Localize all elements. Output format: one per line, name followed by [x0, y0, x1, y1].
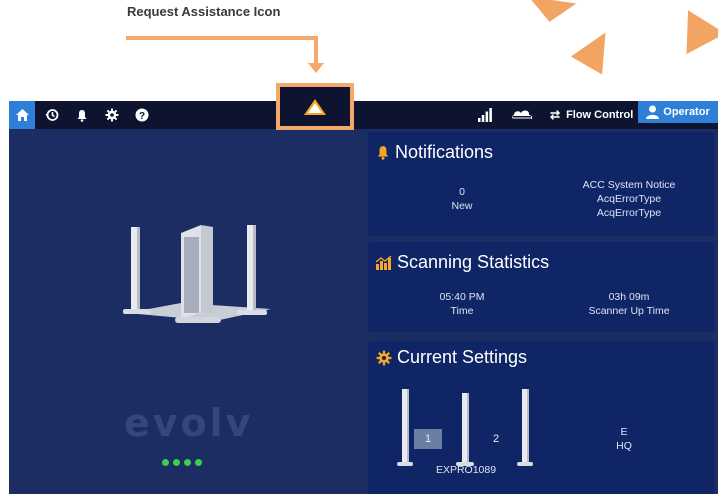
new-count-label: New [451, 200, 473, 212]
lane-2-label: 2 [492, 433, 500, 445]
history-button[interactable] [39, 101, 65, 129]
signal-icon [478, 108, 492, 122]
help-button[interactable]: ? [129, 101, 155, 129]
notifications-heading: Notifications [376, 142, 493, 163]
notifications-button[interactable] [69, 101, 95, 129]
app-window: ? ⇄ Flow Control Operator evolv Notifica… [9, 101, 718, 494]
current-settings-title: Current Settings [397, 347, 528, 367]
current-settings-card[interactable]: Current Settings 1 2 EXPRO1089 E HQ [368, 341, 714, 494]
new-count: 0 New [432, 185, 492, 213]
notice-line: AcqErrorType [596, 207, 662, 219]
system-notice[interactable]: ACC System Notice AcqErrorType AcqErrorT… [564, 178, 694, 220]
location-info: E HQ [594, 425, 654, 453]
device-id: EXPRO1089 [435, 464, 497, 476]
current-settings-heading: Current Settings [376, 347, 527, 368]
svg-text:?: ? [139, 111, 145, 122]
notifications-card[interactable]: Notifications 0 New ACC System Notice Ac… [368, 132, 714, 236]
bar-chart-icon [376, 255, 392, 270]
annotation-line-vertical [314, 36, 318, 64]
bell-icon [377, 146, 389, 160]
time-stat: 05:40 PM Time [412, 290, 512, 318]
annotation-line [126, 36, 318, 40]
location-name: HQ [616, 440, 632, 452]
top-toolbar: ? ⇄ Flow Control Operator [9, 101, 718, 129]
decorative-triangle [668, 0, 718, 55]
signal-strength [472, 101, 498, 129]
settings-button[interactable] [99, 101, 125, 129]
uptime-value: 03h 09m [608, 291, 650, 303]
cloud-sync-button[interactable] [505, 101, 539, 129]
uptime-label: Scanner Up Time [588, 305, 670, 317]
scanner-panel: evolv [9, 129, 366, 494]
notifications-title: Notifications [395, 142, 494, 162]
swap-icon: ⇄ [550, 108, 561, 122]
time-label: Time [450, 305, 474, 317]
warning-icon[interactable] [303, 98, 327, 116]
cloud-icon [512, 110, 532, 120]
annotation-label: Request Assistance Icon [127, 4, 281, 19]
scanning-statistics-title: Scanning Statistics [397, 252, 550, 272]
notice-line: AcqErrorType [596, 193, 662, 205]
new-count-value: 0 [459, 186, 465, 198]
gear-icon [105, 108, 119, 122]
request-assistance-highlight [276, 83, 354, 130]
decorative-triangle [570, 23, 622, 75]
scanning-statistics-heading: Scanning Statistics [376, 252, 549, 273]
home-button[interactable] [9, 101, 35, 129]
help-icon: ? [135, 108, 149, 122]
lane-1-button[interactable]: 1 [414, 429, 442, 449]
operator-button[interactable]: Operator [638, 101, 718, 123]
evolv-logo: evolv [124, 401, 254, 445]
status-dot [195, 459, 202, 466]
gear-icon [376, 350, 392, 365]
history-icon [45, 109, 59, 121]
notice-title: ACC System Notice [582, 179, 676, 191]
home-icon [15, 109, 29, 121]
status-indicator [162, 459, 202, 466]
annotation-arrow-icon [308, 63, 324, 73]
flow-control-label: Flow Control [566, 109, 634, 121]
lane-1-label: 1 [424, 433, 432, 445]
operator-label: Operator [663, 106, 710, 118]
bell-icon [77, 109, 87, 122]
status-dot [162, 459, 169, 466]
user-icon [646, 105, 660, 119]
location-code: E [620, 426, 628, 438]
decorative-triangle [525, 0, 577, 26]
time-value: 05:40 PM [439, 291, 485, 303]
status-dot [184, 459, 191, 466]
status-dot [173, 459, 180, 466]
screenshot-stage: Request Assistance Icon ? ⇄ Flow Control… [0, 0, 718, 494]
uptime-stat: 03h 09m Scanner Up Time [564, 290, 694, 318]
scanning-statistics-card: Scanning Statistics 05:40 PM Time 03h 09… [368, 242, 714, 332]
lane-2-button[interactable]: 2 [482, 429, 510, 449]
scanner-illustration [123, 225, 271, 323]
flow-control-button[interactable]: ⇄ Flow Control [550, 101, 633, 129]
